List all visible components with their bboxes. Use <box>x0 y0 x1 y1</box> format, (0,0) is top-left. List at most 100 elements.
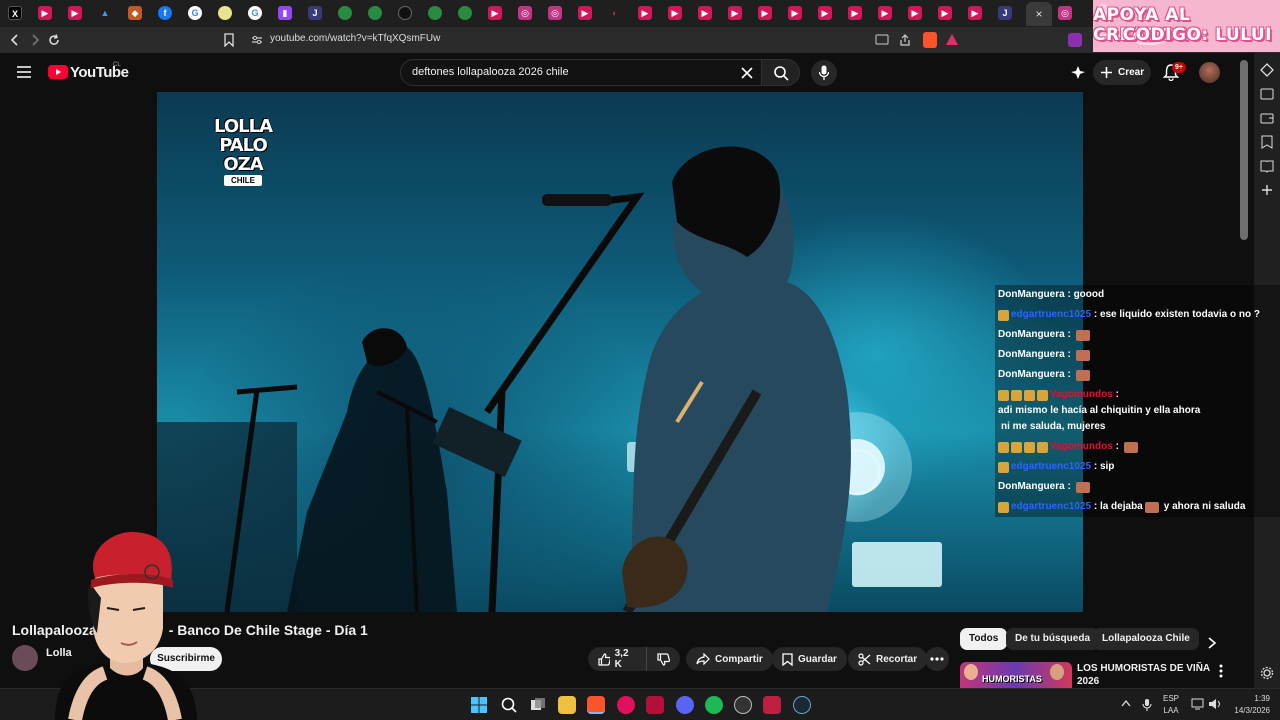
youtube-tab-icon[interactable]: ▶ <box>818 6 832 20</box>
x-tab-icon[interactable]: X <box>8 6 22 20</box>
youtube-tab-icon[interactable]: ▶ <box>968 6 982 20</box>
filter-chip[interactable]: Todos <box>960 628 1008 650</box>
account-avatar[interactable] <box>1199 62 1220 83</box>
chrome-tab-icon[interactable] <box>428 6 442 20</box>
search-icon <box>774 66 789 81</box>
tab-icon[interactable] <box>398 6 412 20</box>
recommended-thumbnail[interactable]: HUMORISTAS <box>960 662 1072 688</box>
tab-icon[interactable]: J <box>998 6 1012 20</box>
chevron-right-icon[interactable] <box>1207 637 1217 649</box>
youtube-tab-icon[interactable]: ▶ <box>668 6 682 20</box>
like-button[interactable]: 3,2 K <box>588 647 646 671</box>
youtube-tab-icon[interactable]: ▶ <box>908 6 922 20</box>
youtube-tab-icon[interactable]: ▶ <box>938 6 952 20</box>
back-icon[interactable] <box>8 33 22 47</box>
share-icon[interactable] <box>898 34 912 46</box>
spotify-icon[interactable] <box>705 696 723 714</box>
video-player[interactable]: LOLLA PALO OZA CHILE <box>157 92 1083 612</box>
site-settings-icon[interactable] <box>251 35 263 45</box>
app-icon[interactable] <box>646 696 664 714</box>
reload-icon[interactable] <box>47 33 61 47</box>
tab-icon[interactable] <box>218 6 232 20</box>
brave-shield-icon[interactable] <box>923 32 937 48</box>
bookmark-icon[interactable] <box>223 33 235 47</box>
dislike-button[interactable] <box>646 647 680 671</box>
media-player-icon[interactable] <box>617 696 635 714</box>
voice-search-button[interactable] <box>811 60 837 86</box>
taskbar-search-icon[interactable] <box>500 696 518 714</box>
youtube-tab-icon[interactable]: ▶ <box>878 6 892 20</box>
leo-ai-icon[interactable] <box>1260 63 1274 77</box>
youtube-tab-icon[interactable]: ▶ <box>848 6 862 20</box>
add-panel-icon[interactable] <box>1260 183 1274 197</box>
app-icon[interactable] <box>734 696 752 714</box>
start-windows-icon[interactable] <box>470 696 488 714</box>
network-icon[interactable] <box>1191 698 1205 710</box>
active-tab-close-button[interactable]: × <box>1026 2 1052 26</box>
reading-list-icon[interactable] <box>1260 87 1274 101</box>
discord-icon[interactable] <box>676 696 694 714</box>
youtube-tab-icon[interactable]: ▶ <box>788 6 802 20</box>
twitch-tab-icon[interactable]: ▮ <box>278 6 292 20</box>
extension-icon[interactable] <box>1068 33 1082 47</box>
brave-browser-icon[interactable] <box>587 696 605 714</box>
system-clock[interactable]: 1:39 14/3/2026 <box>1234 693 1270 717</box>
google-tab-icon[interactable]: G <box>248 6 262 20</box>
clear-search-icon[interactable] <box>741 67 753 79</box>
cast-icon[interactable] <box>875 34 889 46</box>
share-button[interactable]: Compartir <box>686 647 773 671</box>
creator-promo-banner: APOYA AL CREADOR CODIGO: LULUI <box>1093 0 1280 52</box>
bookmarks-icon[interactable] <box>1260 135 1274 149</box>
search-button[interactable] <box>761 59 800 86</box>
instagram-tab-icon[interactable]: ◎ <box>1058 6 1072 20</box>
recommended-title[interactable]: LOS HUMORISTAS DE VIÑA 2026 <box>1077 662 1217 688</box>
tab-icon[interactable]: ▶ <box>68 6 82 20</box>
tab-icon[interactable]: ◆ <box>128 6 142 20</box>
input-language[interactable]: ESP LAA <box>1163 693 1179 717</box>
google-tab-icon[interactable]: G <box>188 6 202 20</box>
steam-icon[interactable] <box>793 696 811 714</box>
address-bar[interactable]: youtube.com/watch?v=kTfqXQsmFUw <box>243 30 963 50</box>
tab-icon[interactable]: ▲ <box>98 6 112 20</box>
tray-microphone-icon[interactable] <box>1142 698 1152 712</box>
youtube-tab-icon[interactable]: ▶ <box>578 6 592 20</box>
create-button[interactable]: Crear <box>1093 60 1151 85</box>
app-icon[interactable] <box>763 696 781 714</box>
youtube-logo-icon[interactable] <box>48 65 68 79</box>
wallet-icon[interactable] <box>1260 111 1274 125</box>
chrome-tab-icon[interactable] <box>338 6 352 20</box>
tab-icon[interactable]: ◐ <box>608 6 622 20</box>
tray-chevron-up-icon[interactable] <box>1121 699 1131 707</box>
youtube-tab-icon[interactable]: ▶ <box>698 6 712 20</box>
instagram-tab-icon[interactable]: ◎ <box>518 6 532 20</box>
more-actions-button[interactable] <box>925 647 949 671</box>
youtube-tab-icon[interactable]: ▶ <box>638 6 652 20</box>
rewards-icon[interactable] <box>945 33 959 47</box>
file-explorer-icon[interactable] <box>558 696 576 714</box>
search-input[interactable]: deftones lollapalooza 2026 chile <box>400 59 762 86</box>
chrome-tab-icon[interactable] <box>458 6 472 20</box>
menu-icon[interactable] <box>17 66 31 78</box>
task-view-icon[interactable] <box>529 696 547 714</box>
chat-separator: : <box>1112 389 1122 400</box>
save-button[interactable]: Guardar <box>772 647 847 671</box>
clip-button[interactable]: Recortar <box>848 647 928 671</box>
youtube-tab-icon[interactable]: ▶ <box>728 6 742 20</box>
instagram-tab-icon[interactable]: ◎ <box>548 6 562 20</box>
volume-icon[interactable] <box>1208 698 1222 710</box>
filter-chip[interactable]: Lollapalooza Chile <box>1093 628 1199 650</box>
ai-sparkle-icon[interactable] <box>1071 65 1086 80</box>
tab-icon[interactable]: J <box>308 6 322 20</box>
clip-label: Recortar <box>876 653 918 665</box>
youtube-tab-icon[interactable]: ▶ <box>488 6 502 20</box>
chrome-tab-icon[interactable] <box>368 6 382 20</box>
filter-chip[interactable]: De tu búsqueda <box>1006 628 1100 650</box>
more-vertical-icon[interactable] <box>1219 664 1223 678</box>
tab-icon[interactable]: ▶ <box>38 6 52 20</box>
forward-icon[interactable] <box>28 33 42 47</box>
youtube-tab-icon[interactable]: ▶ <box>758 6 772 20</box>
page-scrollbar[interactable] <box>1240 60 1248 240</box>
settings-gear-icon[interactable] <box>1260 666 1274 680</box>
facebook-tab-icon[interactable]: f <box>158 6 172 20</box>
reader-icon[interactable] <box>1260 159 1274 173</box>
